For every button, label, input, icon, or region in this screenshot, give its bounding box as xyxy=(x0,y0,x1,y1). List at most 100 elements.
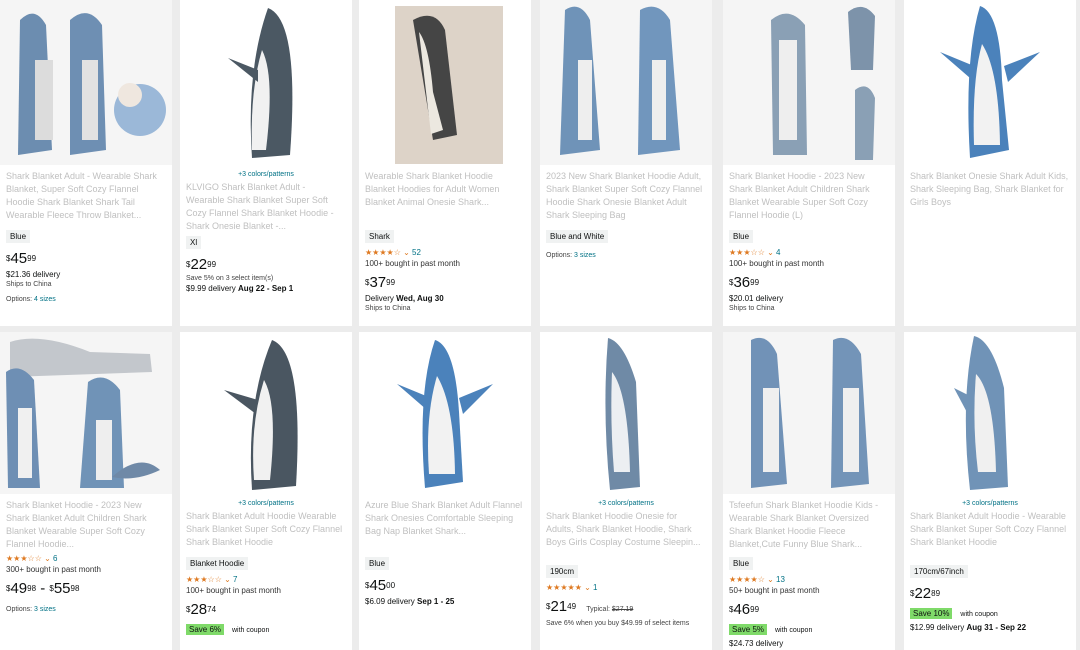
save-badge: Save 6% xyxy=(186,624,225,635)
product-image[interactable] xyxy=(0,0,172,165)
shark-blanket-photo xyxy=(180,332,352,494)
product-card[interactable]: +3 colors/patterns Shark Blanket Adult H… xyxy=(904,332,1076,650)
ships-to: Ships to China xyxy=(6,281,52,288)
product-image[interactable] xyxy=(540,332,712,494)
price: $4699 xyxy=(729,601,760,618)
product-title[interactable]: KLVIGO Shark Blanket Adult - Wearable Sh… xyxy=(180,181,352,231)
variant-badge[interactable]: 190cm xyxy=(546,565,579,578)
coupon-label: with coupon xyxy=(230,627,270,634)
product-card[interactable]: 2023 New Shark Blanket Hoodie Adult, Sha… xyxy=(540,0,712,326)
coupon-row: Save 5% with coupon xyxy=(723,619,895,637)
delivery-info: $24.73 delivery xyxy=(729,639,784,648)
coupon-row: Save 6% with coupon xyxy=(180,619,352,637)
product-image[interactable] xyxy=(180,0,352,165)
variant-badge[interactable]: Blue xyxy=(6,230,31,243)
product-image[interactable] xyxy=(359,332,531,494)
price: $3799 xyxy=(365,274,396,291)
shark-blanket-photo xyxy=(904,0,1076,165)
product-card[interactable]: Azure Blue Shark Blanket Adult Flannel S… xyxy=(359,332,531,650)
shark-blanket-photo xyxy=(359,332,531,494)
save-note: Save 6% when you buy $49.99 of select it… xyxy=(546,620,690,627)
star-rating[interactable]: ★★★★☆ ⌄ 13 xyxy=(729,575,889,584)
product-card[interactable]: Wearable Shark Blanket Hoodie Blanket Ho… xyxy=(359,0,531,326)
product-title[interactable]: Shark Blanket Onesie Shark Adult Kids, S… xyxy=(904,165,1076,225)
variant-badge[interactable]: Blue and White xyxy=(546,230,609,243)
delivery-info: Delivery Wed, Aug 30 xyxy=(365,294,444,303)
delivery-info: $21.36 delivery xyxy=(6,270,61,279)
coupon-label: with coupon xyxy=(773,627,813,634)
options-link[interactable]: 3 sizes xyxy=(574,252,596,259)
product-title[interactable]: Shark Blanket Hoodie - 2023 New Shark Bl… xyxy=(723,165,895,225)
price: $4599 xyxy=(6,250,37,267)
product-card[interactable]: Shark Blanket Adult - Wearable Shark Bla… xyxy=(0,0,172,326)
color-options-link[interactable]: +3 colors/patterns xyxy=(904,500,1076,507)
product-title[interactable]: 2023 New Shark Blanket Hoodie Adult, Sha… xyxy=(540,165,712,225)
price: $2874 xyxy=(186,601,217,618)
delivery-info: $20.01 delivery xyxy=(729,294,784,303)
product-image[interactable] xyxy=(540,0,712,165)
product-card[interactable]: +3 colors/patterns Shark Blanket Adult H… xyxy=(180,332,352,650)
product-card[interactable]: Shark Blanket Hoodie - 2023 New Shark Bl… xyxy=(723,0,895,326)
bought-count: 100+ bought in past month xyxy=(186,586,281,595)
options: Options: 3 sizes xyxy=(546,252,596,259)
product-grid: Shark Blanket Adult - Wearable Shark Bla… xyxy=(0,0,1080,650)
star-rating[interactable]: ★★★☆☆ ⌄ 6 xyxy=(6,554,166,563)
star-rating[interactable]: ★★★★☆ ⌄ 52 xyxy=(365,248,525,257)
product-title[interactable]: Shark Blanket Adult Hoodie Wearable Shar… xyxy=(180,510,352,552)
variant-badge[interactable]: Blue xyxy=(729,557,754,570)
product-title[interactable]: Shark Blanket Hoodie Onesie for Adults, … xyxy=(540,510,712,560)
shark-blanket-photo xyxy=(904,332,1076,494)
product-image[interactable] xyxy=(0,332,172,494)
product-image[interactable] xyxy=(904,332,1076,494)
price: $4998 - $5598 xyxy=(6,580,80,597)
star-rating[interactable]: ★★★☆☆ ⌄ 4 xyxy=(729,248,889,257)
options: Options: 3 sizes xyxy=(6,606,56,613)
bought-count: 50+ bought in past month xyxy=(729,586,820,595)
shark-blanket-photo xyxy=(180,0,352,165)
variant-badge[interactable]: 170cm/67inch xyxy=(910,565,968,578)
bought-count: 300+ bought in past month xyxy=(6,565,101,574)
price: $2149 Typical: $27.19 xyxy=(546,598,634,615)
save-badge: Save 5% xyxy=(729,624,768,635)
ships-to: Ships to China xyxy=(729,305,775,312)
product-card[interactable]: Shark Blanket Onesie Shark Adult Kids, S… xyxy=(904,0,1076,326)
variant-badge[interactable]: Blanket Hoodie xyxy=(186,557,249,570)
bought-count: 100+ bought in past month xyxy=(365,259,460,268)
product-image[interactable] xyxy=(180,332,352,494)
delivery-info: $9.99 delivery Aug 22 - Sep 1 xyxy=(186,284,294,293)
product-image[interactable] xyxy=(723,0,895,165)
product-card[interactable]: Tsfeefun Shark Blanket Hoodie Kids - Wea… xyxy=(723,332,895,650)
price: $4500 xyxy=(365,577,396,594)
shark-blanket-photo xyxy=(723,332,895,494)
shark-blanket-photo xyxy=(0,332,172,494)
shark-blanket-photo xyxy=(540,332,712,494)
product-card[interactable]: Shark Blanket Hoodie - 2023 New Shark Bl… xyxy=(0,332,172,650)
options-link[interactable]: 4 sizes xyxy=(34,296,56,303)
shark-blanket-photo xyxy=(359,0,531,165)
save-note: Save 5% on 3 select item(s) xyxy=(186,275,274,282)
variant-badge[interactable]: Xl xyxy=(186,236,202,249)
product-title[interactable]: Shark Blanket Hoodie - 2023 New Shark Bl… xyxy=(0,494,172,550)
price: $2289 xyxy=(910,585,941,602)
color-options-link[interactable]: +3 colors/patterns xyxy=(180,171,352,178)
product-title[interactable]: Azure Blue Shark Blanket Adult Flannel S… xyxy=(359,494,531,552)
options-link[interactable]: 3 sizes xyxy=(34,606,56,613)
product-title[interactable]: Tsfeefun Shark Blanket Hoodie Kids - Wea… xyxy=(723,494,895,552)
variant-badge[interactable]: Blue xyxy=(365,557,390,570)
color-options-link[interactable]: +3 colors/patterns xyxy=(540,500,712,507)
variant-badge[interactable]: Shark xyxy=(365,230,394,243)
product-card[interactable]: +3 colors/patterns KLVIGO Shark Blanket … xyxy=(180,0,352,326)
product-image[interactable] xyxy=(723,332,895,494)
product-card[interactable]: +3 colors/patterns Shark Blanket Hoodie … xyxy=(540,332,712,650)
star-rating[interactable]: ★★★☆☆ ⌄ 7 xyxy=(186,575,346,584)
price: $2299 xyxy=(186,256,217,273)
product-image[interactable] xyxy=(904,0,1076,165)
product-title[interactable]: Shark Blanket Adult Hoodie - Wearable Sh… xyxy=(904,510,1076,560)
shark-blanket-photo xyxy=(540,0,712,165)
variant-badge[interactable]: Blue xyxy=(729,230,754,243)
star-rating[interactable]: ★★★★★ ⌄ 1 xyxy=(546,583,706,592)
color-options-link[interactable]: +3 colors/patterns xyxy=(180,500,352,507)
product-image[interactable] xyxy=(359,0,531,165)
product-title[interactable]: Shark Blanket Adult - Wearable Shark Bla… xyxy=(0,165,172,225)
product-title[interactable]: Wearable Shark Blanket Hoodie Blanket Ho… xyxy=(359,165,531,225)
